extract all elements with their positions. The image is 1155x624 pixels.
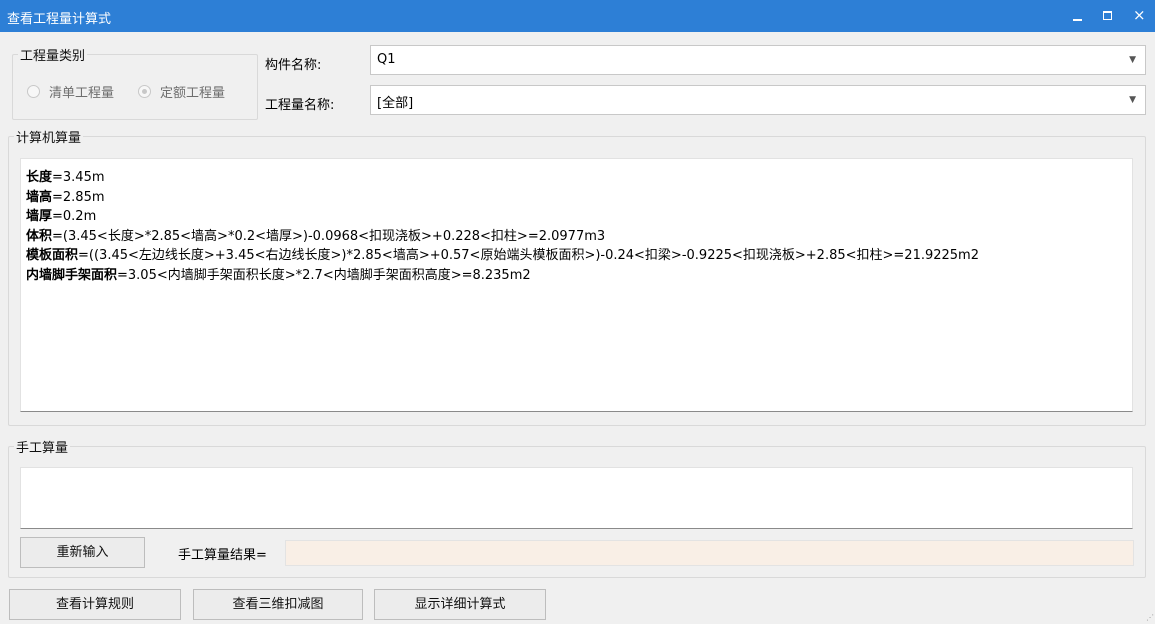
radio-label-quota: 定额工程量 [160, 86, 226, 101]
computer-calc-text[interactable]: 长度=3.45m 墙高=2.85m 墙厚=0.2m 体积=(3.45<长度>*2… [20, 158, 1133, 412]
manual-calc-input[interactable] [20, 467, 1133, 529]
quantity-name-select[interactable]: [全部] ▼ [370, 85, 1146, 115]
calc-line-wall-height: 墙高=2.85m [26, 189, 105, 205]
show-detail-formula-button[interactable]: 显示详细计算式 [374, 589, 546, 620]
calc-lines: 长度=3.45m 墙高=2.85m 墙厚=0.2m 体积=(3.45<长度>*2… [26, 168, 979, 286]
dropdown-arrow-icon: ▼ [1129, 95, 1136, 105]
minimize-button[interactable] [1062, 0, 1092, 32]
dropdown-arrow-icon: ▼ [1129, 55, 1136, 65]
category-legend: 工程量类别 [18, 45, 88, 64]
manual-result-label: 手工算量结果= [178, 548, 267, 563]
view-3d-deduction-button[interactable]: 查看三维扣减图 [193, 589, 363, 620]
radio-quota-quantity[interactable]: 定额工程量 [138, 82, 225, 101]
resize-grip-icon[interactable]: ⋰ [1146, 614, 1154, 622]
computer-calc-legend: 计算机算量 [14, 127, 84, 146]
component-name-label: 构件名称: [265, 58, 322, 73]
close-button[interactable]: × [1124, 0, 1154, 32]
manual-calc-legend: 手工算量 [14, 437, 71, 456]
calc-line-length: 长度=3.45m [26, 170, 105, 185]
reenter-button[interactable]: 重新输入 [20, 537, 145, 568]
quantity-name-value: [全部] [377, 96, 414, 111]
maximize-button[interactable] [1092, 0, 1122, 32]
manual-result-field[interactable] [285, 540, 1134, 566]
component-name-select[interactable]: Q1 ▼ [370, 45, 1146, 75]
calc-line-volume: 体积=(3.45<长度>*2.85<墙高>*0.2<墙厚>)-0.0968<扣现… [26, 228, 606, 244]
radio-circle [27, 85, 40, 98]
calc-line-scaffold-area: 内墙脚手架面积=3.05<内墙脚手架面积长度>*2.7<内墙脚手架面积高度>=8… [26, 267, 531, 283]
maximize-icon [1103, 11, 1112, 20]
view-calc-rules-button[interactable]: 查看计算规则 [9, 589, 181, 620]
window-title: 查看工程量计算式 [7, 12, 112, 27]
radio-label-bill: 清单工程量 [49, 86, 115, 101]
title-bar: 查看工程量计算式 × [0, 0, 1155, 32]
quantity-name-label: 工程量名称: [265, 98, 335, 113]
component-name-value: Q1 [377, 52, 396, 67]
minimize-icon [1073, 19, 1082, 21]
radio-circle-checked [138, 85, 151, 98]
calc-line-formwork-area: 模板面积=((3.45<左边线长度>+3.45<右边线长度>)*2.85<墙高>… [26, 248, 979, 264]
close-icon: × [1133, 6, 1146, 24]
radio-bill-quantity[interactable]: 清单工程量 [27, 82, 114, 101]
calc-line-wall-thickness: 墙厚=0.2m [26, 209, 97, 225]
